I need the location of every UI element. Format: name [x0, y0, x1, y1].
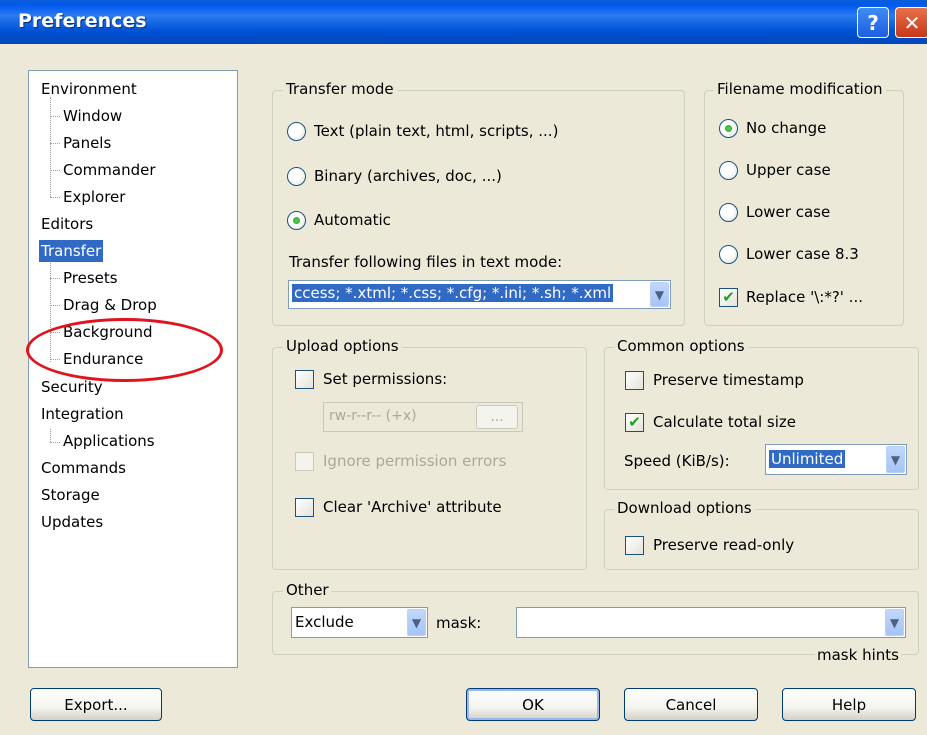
tree-item-updates[interactable]: Updates [39, 511, 105, 533]
automatic-mode-label[interactable]: Automatic [314, 211, 391, 229]
text-mode-radio[interactable] [287, 122, 306, 141]
tree-connector [50, 116, 60, 117]
lower-case-83-radio[interactable] [719, 245, 738, 264]
lower-case-83-label[interactable]: Lower case 8.3 [746, 245, 859, 263]
other-title: Other [283, 581, 332, 599]
tree-connector [50, 332, 60, 333]
chevron-down-icon[interactable]: ▼ [407, 609, 426, 636]
tree-connector [50, 278, 60, 279]
preserve-timestamp-checkbox[interactable] [625, 371, 644, 390]
tree-item-security[interactable]: Security [39, 376, 105, 398]
tree-item-commander[interactable]: Commander [61, 159, 158, 181]
textmode-files-value[interactable]: ccess; *.xtml; *.css; *.cfg; *.ini; *.sh… [292, 284, 614, 302]
tree-item-presets[interactable]: Presets [61, 267, 120, 289]
tree-item-applications[interactable]: Applications [61, 430, 157, 452]
textmode-files-label: Transfer following files in text mode: [289, 253, 563, 271]
tree-item-panels[interactable]: Panels [61, 132, 113, 154]
automatic-mode-radio[interactable] [287, 211, 306, 230]
preserve-readonly-label[interactable]: Preserve read-only [653, 536, 794, 554]
tree-connector [50, 197, 60, 198]
upper-case-radio[interactable] [719, 161, 738, 180]
chevron-down-icon[interactable]: ▼ [886, 446, 905, 473]
question-icon: ? [867, 10, 879, 35]
replace-checkbox[interactable]: ✔ [719, 288, 738, 307]
no-change-radio[interactable] [719, 119, 738, 138]
tree-connector [50, 259, 51, 362]
tree-connector [50, 359, 60, 360]
lower-case-label[interactable]: Lower case [746, 203, 830, 221]
mask-mode-combo[interactable]: Exclude ▼ [291, 607, 428, 638]
tree-item-editors[interactable]: Editors [39, 213, 95, 235]
replace-label[interactable]: Replace '\:*?' ... [746, 288, 863, 306]
binary-mode-radio[interactable] [287, 167, 306, 186]
tree-item-integration[interactable]: Integration [39, 403, 126, 425]
chevron-down-icon[interactable]: ▼ [650, 282, 669, 307]
tree-connector [50, 97, 51, 197]
tree-connector [50, 170, 60, 171]
binary-mode-label[interactable]: Binary (archives, doc, ...) [314, 167, 502, 185]
speed-combo[interactable]: Unlimited ▼ [765, 444, 907, 475]
title-bar: Preferences ? ✕ [0, 0, 927, 44]
permissions-value: rw-r--r-- (+x) [329, 408, 417, 424]
speed-value[interactable]: Unlimited [769, 450, 846, 468]
tree-item-endurance[interactable]: Endurance [61, 348, 145, 370]
export-button[interactable]: Export... [30, 688, 162, 721]
checkmark-icon: ✔ [722, 288, 735, 306]
transfer-mode-title: Transfer mode [283, 80, 397, 98]
tree-item-explorer[interactable]: Explorer [61, 186, 127, 208]
mask-combo[interactable]: ▼ [516, 607, 906, 638]
upload-options-title: Upload options [283, 337, 402, 355]
help-title-button[interactable]: ? [857, 7, 889, 38]
preferences-dialog: Preferences ? ✕ Environment Window Panel… [0, 0, 927, 735]
preserve-timestamp-label[interactable]: Preserve timestamp [653, 371, 804, 389]
cancel-button[interactable]: Cancel [624, 688, 758, 721]
calculate-total-size-label[interactable]: Calculate total size [653, 413, 796, 431]
calculate-total-size-checkbox[interactable]: ✔ [625, 413, 644, 432]
ok-button[interactable]: OK [466, 688, 600, 721]
ignore-errors-checkbox [295, 452, 314, 471]
tree-connector [50, 305, 60, 306]
tree-item-environment[interactable]: Environment [39, 78, 139, 100]
tree-item-background[interactable]: Background [61, 321, 155, 343]
common-options-title: Common options [614, 337, 748, 355]
close-icon: ✕ [903, 10, 921, 35]
download-options-title: Download options [614, 499, 755, 517]
chevron-down-icon[interactable]: ▼ [885, 609, 904, 636]
tree-item-storage[interactable]: Storage [39, 484, 102, 506]
tree-item-transfer[interactable]: Transfer [39, 240, 104, 262]
mask-mode-value[interactable]: Exclude [295, 613, 354, 631]
mask-label: mask: [436, 614, 482, 632]
lower-case-radio[interactable] [719, 203, 738, 222]
speed-label: Speed (KiB/s): [624, 452, 730, 470]
ignore-errors-label: Ignore permission errors [323, 452, 507, 470]
filename-modification-title: Filename modification [714, 80, 886, 98]
checkmark-icon: ✔ [628, 413, 641, 431]
help-button[interactable]: Help [782, 688, 916, 721]
clear-archive-label[interactable]: Clear 'Archive' attribute [323, 498, 502, 516]
tree-item-window[interactable]: Window [61, 105, 124, 127]
clear-archive-checkbox[interactable] [295, 498, 314, 517]
text-mode-label[interactable]: Text (plain text, html, scripts, ...) [314, 122, 558, 140]
tree-item-commands[interactable]: Commands [39, 457, 128, 479]
tree-connector [50, 143, 60, 144]
tree-item-drag-drop[interactable]: Drag & Drop [61, 294, 159, 316]
no-change-label[interactable]: No change [746, 119, 826, 137]
window-title: Preferences [18, 10, 147, 32]
preserve-readonly-checkbox[interactable] [625, 536, 644, 555]
set-permissions-checkbox[interactable] [295, 370, 314, 389]
textmode-files-combo[interactable]: ccess; *.xtml; *.css; *.cfg; *.ini; *.sh… [288, 280, 671, 309]
preferences-tree[interactable]: Environment Window Panels Commander Expl… [28, 70, 238, 668]
upper-case-label[interactable]: Upper case [746, 161, 831, 179]
permissions-ellipsis-button: ... [476, 405, 518, 429]
tree-connector [50, 429, 51, 442]
mask-hints-link[interactable]: mask hints [815, 646, 901, 664]
tree-connector [50, 442, 60, 443]
set-permissions-label[interactable]: Set permissions: [323, 370, 447, 388]
close-button[interactable]: ✕ [895, 7, 927, 38]
